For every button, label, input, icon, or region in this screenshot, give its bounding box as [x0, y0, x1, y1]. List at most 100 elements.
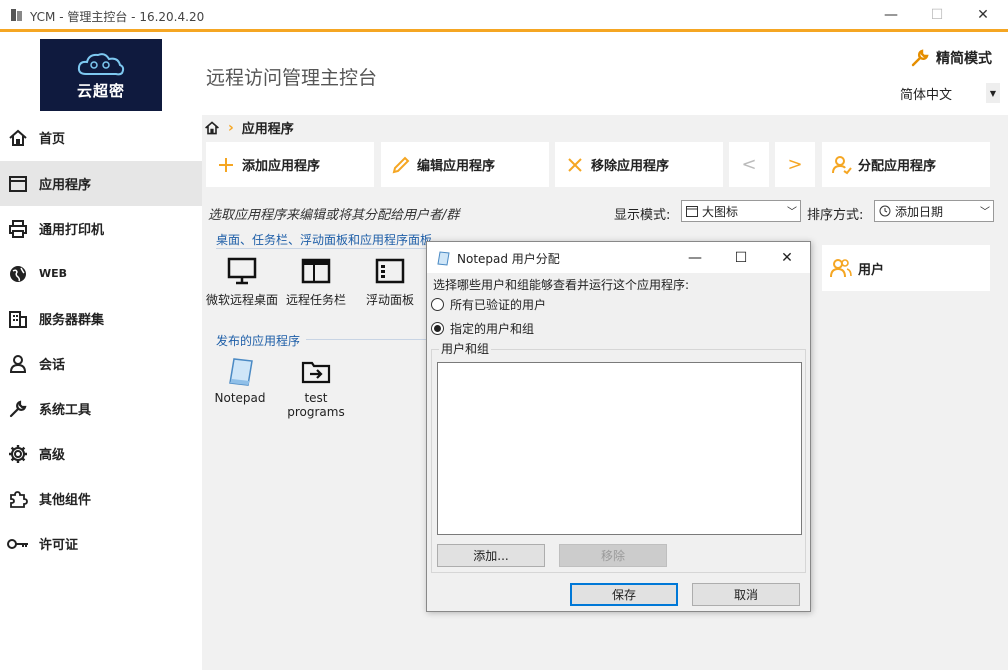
sort-label: 排序方式:	[807, 208, 864, 223]
key-icon	[7, 533, 29, 555]
home-icon[interactable]	[204, 120, 220, 136]
sidebar-item-label: WEB	[39, 267, 68, 280]
sidebar-item-label: 服务器群集	[39, 313, 105, 328]
minimize-button[interactable]: —	[868, 0, 914, 30]
sidebar-item-label: 其他组件	[39, 493, 92, 508]
app-tile-test-programs[interactable]: test programs	[278, 355, 354, 419]
wrench-icon	[911, 49, 929, 67]
app-tile-label: Notepad	[214, 391, 266, 405]
breadcrumb: › 应用程序	[204, 118, 294, 137]
section-desktop-title: 桌面、任务栏、浮动面板和应用程序面板	[216, 233, 433, 247]
history-icon	[879, 205, 891, 217]
folder-arrow-icon	[300, 355, 332, 387]
globe-icon	[7, 263, 29, 285]
section-divider	[306, 339, 426, 340]
sidebar-item-label: 许可证	[39, 538, 79, 553]
monitor-icon	[226, 255, 258, 287]
sidebar-item-web[interactable]: WEB	[0, 251, 202, 296]
user-icon	[7, 353, 29, 375]
dialog-title: Notepad 用户分配	[457, 252, 560, 266]
app-tile-label: test programs	[287, 391, 345, 419]
save-button[interactable]: 保存	[570, 583, 678, 606]
user-assign-icon	[832, 155, 852, 175]
chevron-down-icon: ﹀	[980, 207, 990, 218]
app-tile-label: 远程任务栏	[285, 293, 346, 307]
building-icon	[7, 308, 29, 330]
radio-all-users[interactable]: 所有已验证的用户	[431, 296, 546, 313]
radio-button-selected[interactable]	[431, 322, 444, 335]
app-tile-remote-taskbar[interactable]: 远程任务栏	[278, 255, 354, 308]
panel-icon	[374, 255, 406, 287]
dialog-maximize-button[interactable]: ☐	[718, 242, 764, 273]
close-button[interactable]: ✕	[960, 0, 1006, 30]
users-label: 用户	[858, 262, 885, 278]
sidebar: 首页 应用程序 通用打印机 WEB 服务器群集 会话 系统工具 高级 其他组件 …	[0, 115, 202, 670]
sidebar-item-system-tools[interactable]: 系统工具	[0, 386, 202, 431]
radio-specific-users[interactable]: 指定的用户和组	[431, 320, 534, 337]
close-icon	[565, 155, 585, 175]
plus-icon	[216, 155, 236, 175]
simple-mode-button[interactable]: 精简模式	[910, 48, 992, 68]
window-icon	[686, 205, 698, 217]
home-icon	[7, 127, 29, 149]
radio-button[interactable]	[431, 298, 444, 311]
sidebar-item-applications[interactable]: 应用程序	[0, 161, 202, 206]
window-title: YCM - 管理主控台 - 16.20.4.20	[30, 10, 205, 24]
sidebar-item-license[interactable]: 许可证	[0, 521, 202, 566]
breadcrumb-current: 应用程序	[241, 122, 294, 137]
radio-specific-users-label: 指定的用户和组	[450, 322, 535, 336]
sidebar-item-sessions[interactable]: 会话	[0, 341, 202, 386]
app-tile-remote-desktop[interactable]: 微软远程桌面	[204, 255, 280, 308]
app-tile-notepad[interactable]: Notepad	[202, 355, 278, 405]
sidebar-item-advanced[interactable]: 高级	[0, 431, 202, 476]
user-assignment-dialog: Notepad 用户分配 — ☐ ✕ 选择哪些用户和组能够查看并运行这个应用程序…	[426, 241, 811, 612]
notepad-icon	[224, 355, 256, 387]
sidebar-item-components[interactable]: 其他组件	[0, 476, 202, 521]
sidebar-item-server-farm[interactable]: 服务器群集	[0, 296, 202, 341]
users-groups-list[interactable]	[437, 362, 802, 535]
app-tile-label: 微软远程桌面	[205, 293, 278, 307]
edit-application-button[interactable]: 编辑应用程序	[381, 142, 549, 187]
section-published-title: 发布的应用程序	[216, 334, 301, 348]
next-button[interactable]: >	[775, 142, 815, 187]
window-icon	[7, 173, 29, 195]
cancel-button[interactable]: 取消	[692, 583, 800, 606]
remove-application-button[interactable]: 移除应用程序	[555, 142, 723, 187]
chevron-down-icon: ﹀	[787, 207, 797, 218]
add-application-label: 添加应用程序	[242, 159, 321, 174]
users-panel[interactable]: 用户	[822, 245, 990, 291]
section-divider	[216, 248, 434, 249]
logo-text: 云超密	[76, 81, 125, 100]
cloud-logo-icon	[77, 52, 125, 75]
header: 云超密 远程访问管理主控台 精简模式 简体中文 ▼	[0, 35, 1008, 115]
app-icon	[11, 9, 22, 21]
printer-icon	[7, 218, 29, 240]
dialog-titlebar[interactable]: Notepad 用户分配 — ☐ ✕	[427, 242, 810, 273]
display-mode-select[interactable]: 大图标 ﹀	[681, 200, 801, 222]
language-select[interactable]: 简体中文 ▼	[900, 82, 1000, 104]
chevron-down-icon: ▼	[986, 83, 1000, 103]
sidebar-item-label: 通用打印机	[39, 223, 105, 238]
sidebar-item-label: 会话	[39, 358, 66, 373]
add-user-button[interactable]: 添加...	[437, 544, 545, 567]
previous-button[interactable]: <	[729, 142, 769, 187]
radio-all-users-label: 所有已验证的用户	[450, 298, 547, 312]
remove-user-button[interactable]: 移除	[559, 544, 667, 567]
assign-application-label: 分配应用程序	[858, 159, 937, 174]
dialog-close-button[interactable]: ✕	[764, 242, 810, 273]
breadcrumb-separator-icon: ›	[228, 119, 234, 136]
assign-application-button[interactable]: 分配应用程序	[822, 142, 990, 187]
add-application-button[interactable]: 添加应用程序	[206, 142, 374, 187]
app-tile-floating-panel[interactable]: 浮动面板	[352, 255, 428, 308]
maximize-button[interactable]: ☐	[914, 0, 960, 30]
logo: 云超密	[40, 39, 162, 111]
page-title: 远程访问管理主控台	[206, 67, 378, 89]
sidebar-item-label: 系统工具	[39, 403, 92, 418]
language-value: 简体中文	[900, 87, 953, 103]
sort-select[interactable]: 添加日期 ﹀	[874, 200, 994, 222]
sidebar-item-home[interactable]: 首页	[0, 115, 202, 160]
dialog-minimize-button[interactable]: —	[672, 242, 718, 273]
sidebar-item-printers[interactable]: 通用打印机	[0, 206, 202, 251]
users-icon	[830, 259, 852, 278]
sidebar-item-label: 高级	[39, 448, 66, 463]
